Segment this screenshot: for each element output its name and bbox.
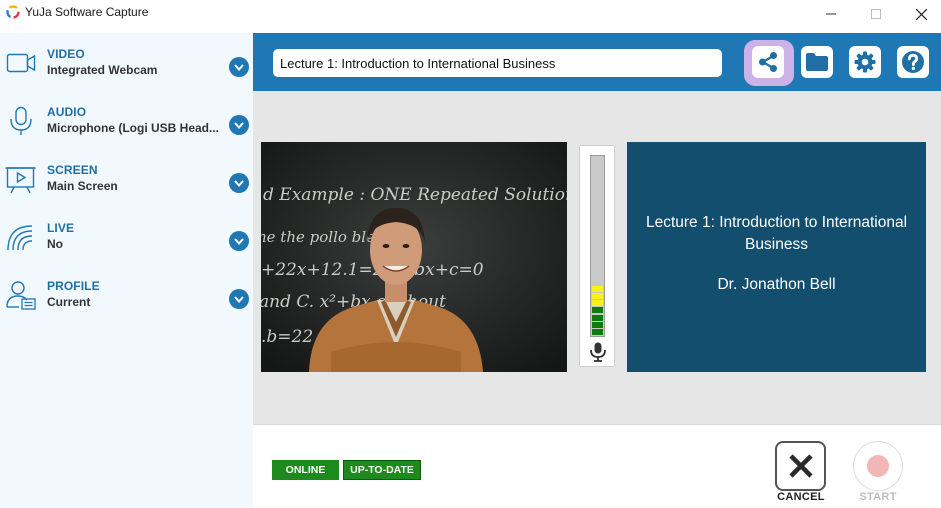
start-label: START	[859, 491, 897, 503]
slide-title: Lecture 1: Introduction to International…	[645, 214, 908, 253]
microphone-icon	[10, 106, 32, 135]
close-icon	[788, 454, 813, 478]
sidebar-item-value: Microphone (Logi USB Head...	[47, 121, 220, 135]
audio-level-segment	[592, 321, 603, 328]
minimize-icon	[826, 13, 836, 15]
webcam-preview: d Example : ONE Repeated Solution ne the…	[261, 142, 567, 372]
sidebar-item-value: Integrated Webcam	[47, 63, 158, 77]
folder-icon	[806, 53, 828, 71]
sidebar-item-audio[interactable]: AUDIO Microphone (Logi USB Head...	[0, 105, 253, 163]
sidebar-item-value: No	[47, 237, 63, 251]
session-toolbar	[253, 33, 941, 91]
chevron-down-icon[interactable]	[229, 57, 249, 77]
screen-icon	[5, 167, 36, 194]
sidebar-item-value: Current	[47, 295, 91, 309]
slide-author: Dr. Jonathon Bell	[717, 276, 836, 293]
sidebar-item-profile[interactable]: PROFILE Current	[0, 279, 253, 337]
share-button[interactable]	[752, 46, 784, 78]
window-title: YuJa Software Capture	[25, 5, 149, 19]
audio-level-meter	[579, 145, 615, 367]
audio-level-segment	[592, 293, 603, 299]
audio-level-segment	[592, 314, 603, 321]
gear-icon	[854, 51, 876, 73]
settings-button[interactable]	[849, 46, 881, 78]
share-icon	[759, 52, 777, 72]
record-icon	[867, 455, 889, 477]
chevron-down-icon[interactable]	[229, 173, 249, 193]
chevron-down-icon[interactable]	[229, 289, 249, 309]
sidebar-item-title: PROFILE	[47, 279, 100, 293]
start-button[interactable]	[853, 441, 903, 491]
close-icon	[915, 8, 927, 20]
help-button[interactable]	[897, 46, 929, 78]
session-title-input[interactable]	[273, 49, 722, 77]
live-broadcast-icon	[7, 225, 33, 251]
profile-icon	[6, 281, 36, 310]
audio-level-segment	[592, 329, 603, 335]
sidebar-item-title: LIVE	[47, 221, 75, 235]
audio-level-track	[590, 155, 605, 337]
sidebar-item-value: Main Screen	[47, 179, 118, 193]
audio-level-segment	[592, 307, 603, 314]
maximize-button[interactable]	[853, 0, 899, 28]
audio-level-segment	[592, 285, 603, 292]
sidebar-item-title: AUDIO	[47, 105, 87, 119]
webcam-feed-image: d Example : ONE Repeated Solution ne the…	[261, 142, 567, 372]
sidebar-item-screen[interactable]: SCREEN Main Screen	[0, 163, 253, 221]
audio-level-segment	[592, 300, 603, 307]
cancel-label: CANCEL	[777, 491, 825, 503]
cancel-button[interactable]	[775, 441, 826, 491]
sidebar-item-live[interactable]: LIVE No	[0, 221, 253, 279]
source-sidebar: VIDEO Integrated Webcam AUDIO Microphone…	[0, 33, 253, 508]
minimize-button[interactable]	[808, 0, 854, 28]
sidebar-item-title: VIDEO	[47, 47, 85, 61]
title-bar: YuJa Software Capture	[0, 0, 941, 28]
sidebar-item-video[interactable]: VIDEO Integrated Webcam	[0, 47, 253, 105]
chevron-down-icon[interactable]	[229, 115, 249, 135]
video-camera-icon	[6, 53, 36, 73]
online-status-badge: ONLINE	[272, 460, 339, 480]
maximize-icon	[871, 9, 881, 19]
chevron-down-icon[interactable]	[229, 231, 249, 251]
help-icon	[902, 51, 924, 73]
yuja-logo-icon	[6, 5, 20, 19]
sidebar-item-title: SCREEN	[47, 163, 98, 177]
close-button[interactable]	[898, 0, 941, 28]
folder-button[interactable]	[801, 46, 833, 78]
microphone-icon	[590, 342, 606, 362]
update-status-badge: UP-TO-DATE	[343, 460, 421, 480]
chalk-line: d Example : ONE Repeated Solution	[263, 185, 567, 205]
slide-preview: Lecture 1: Introduction to International…	[627, 142, 926, 372]
